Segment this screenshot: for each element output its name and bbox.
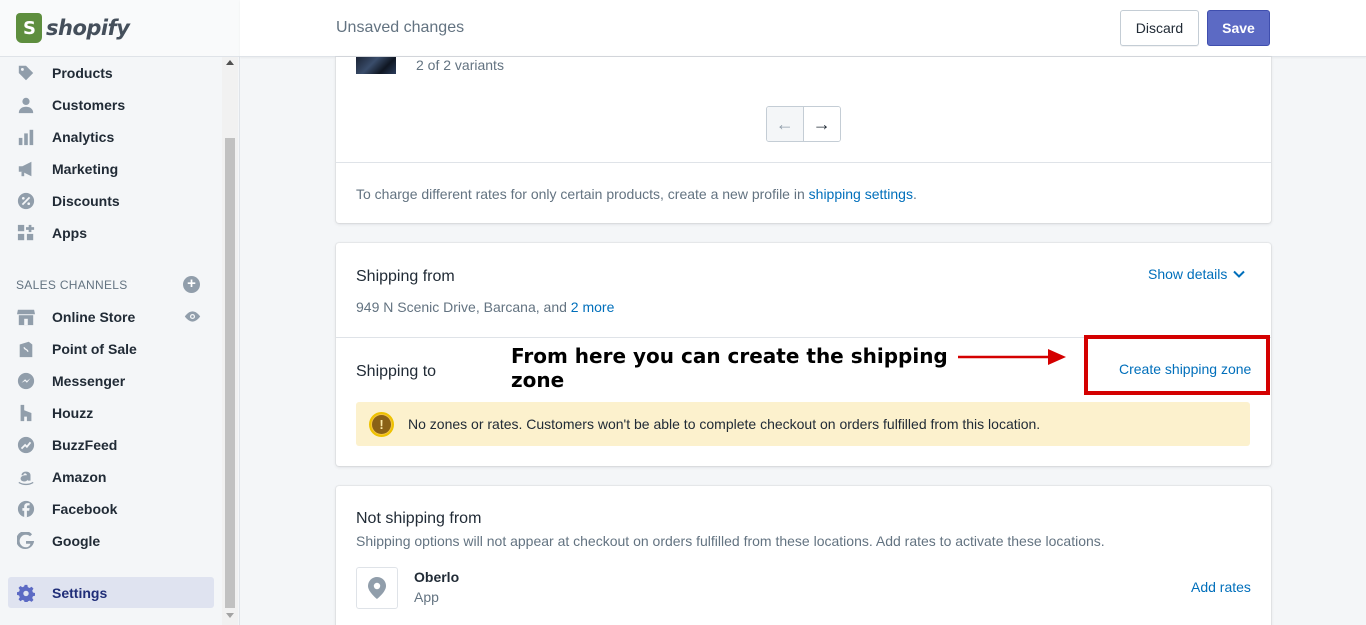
profile-note: To charge different rates for only certa… — [356, 186, 917, 202]
shipping-from-address: 949 N Scenic Drive, Barcana, and 2 more — [356, 299, 614, 315]
warning-glyph: ! — [372, 414, 391, 434]
sidebar-item-label: Customers — [52, 96, 126, 113]
arrow-left-icon: ← — [775, 113, 794, 134]
sales-channels-heading: SALES CHANNELS — [16, 278, 128, 292]
sidebar-item-products[interactable]: Products — [8, 57, 214, 88]
discount-badge-icon — [16, 191, 36, 211]
annotation-arrow-icon — [958, 349, 1066, 365]
sidebar-item-point-of-sale[interactable]: Point of Sale — [8, 333, 214, 364]
sidebar-item-label: Analytics — [52, 128, 115, 145]
location-name: Oberlo — [414, 569, 460, 585]
unsaved-changes-title: Unsaved changes — [336, 19, 465, 36]
sidebar-item-label: Houzz — [52, 404, 94, 421]
add-channel-icon[interactable]: + — [183, 276, 200, 293]
sidebar-item-amazon[interactable]: Amazon — [8, 461, 214, 492]
shipping-settings-link[interactable]: shipping settings — [809, 186, 913, 202]
next-page-button[interactable]: → — [803, 107, 840, 141]
discard-button[interactable]: Discard — [1120, 10, 1199, 46]
sidebar-item-google[interactable]: Google — [8, 525, 214, 556]
bar-chart-icon — [16, 127, 36, 147]
apps-grid-icon — [16, 223, 36, 243]
messenger-icon — [16, 371, 36, 391]
sidebar-item-buzzfeed[interactable]: BuzzFeed — [8, 429, 214, 460]
logo[interactable]: shopify — [0, 0, 240, 57]
profile-note-end: . — [912, 186, 917, 202]
pagination: ← → — [766, 106, 841, 142]
arrow-right-icon: → — [812, 113, 831, 134]
chevron-down-icon — [1233, 270, 1246, 278]
not-shipping-card: Not shipping from Shipping options will … — [336, 486, 1271, 625]
location-type: App — [414, 589, 439, 605]
megaphone-icon — [16, 159, 36, 179]
sidebar-item-label: Settings — [52, 584, 108, 601]
sidebar-item-label: Marketing — [52, 160, 119, 177]
divider — [336, 162, 1271, 163]
add-rates-link[interactable]: Add rates — [1191, 579, 1251, 595]
tag-icon — [16, 63, 36, 83]
google-icon — [16, 531, 36, 551]
eye-icon[interactable] — [184, 309, 201, 324]
buzzfeed-icon — [16, 435, 36, 455]
sidebar-item-label: Online Store — [52, 308, 136, 325]
previous-page-button[interactable]: ← — [767, 107, 804, 141]
variants-count: 2 of 2 variants — [416, 57, 504, 73]
products-card: 2 of 2 variants ← → To charge different … — [336, 57, 1271, 223]
sidebar-item-apps[interactable]: Apps — [8, 217, 214, 248]
sidebar-item-label: Messenger — [52, 372, 126, 389]
shopping-bag-icon — [16, 339, 36, 359]
logo-text: shopify — [46, 16, 130, 40]
person-icon — [16, 95, 36, 115]
sidebar-scrollbar-thumb[interactable] — [225, 138, 235, 608]
contextual-save-bar: Unsaved changes Discard Save — [240, 0, 1366, 57]
sidebar-item-settings[interactable]: Settings — [8, 577, 214, 608]
sidebar-item-label: BuzzFeed — [52, 436, 118, 453]
address-text: 949 N Scenic Drive, Barcana, and — [356, 299, 571, 315]
sidebar: shopify Products Customers Analytics Mar… — [0, 0, 240, 625]
sidebar-item-messenger[interactable]: Messenger — [8, 365, 214, 396]
show-details-label: Show details — [1148, 266, 1228, 282]
save-button[interactable]: Save — [1207, 10, 1270, 46]
shipping-from-title: Shipping from — [356, 268, 455, 285]
sidebar-item-label: Amazon — [52, 468, 107, 485]
sidebar-item-label: Discounts — [52, 192, 120, 209]
sidebar-item-label: Google — [52, 532, 101, 549]
sidebar-item-marketing[interactable]: Marketing — [8, 153, 214, 184]
profile-note-text: To charge different rates for only certa… — [356, 186, 809, 202]
more-locations-link[interactable]: 2 more — [571, 299, 615, 315]
facebook-icon — [16, 499, 36, 519]
warning-text: No zones or rates. Customers won't be ab… — [408, 416, 1041, 432]
scroll-down-arrow-icon[interactable] — [226, 613, 234, 618]
warning-icon: ! — [369, 411, 394, 437]
location-pin-icon — [356, 567, 398, 609]
sidebar-item-label: Products — [52, 64, 113, 81]
show-details-button[interactable]: Show details — [1148, 266, 1246, 282]
product-thumbnail — [356, 57, 396, 74]
annotation-callout: From here you can create the shipping zo… — [511, 344, 948, 392]
sidebar-item-houzz[interactable]: Houzz — [8, 397, 214, 428]
sidebar-item-label: Point of Sale — [52, 340, 137, 357]
sidebar-item-analytics[interactable]: Analytics — [8, 121, 214, 152]
sidebar-item-customers[interactable]: Customers — [8, 89, 214, 120]
gear-icon — [16, 583, 36, 603]
not-shipping-subtitle: Shipping options will not appear at chec… — [356, 533, 1105, 549]
shipping-to-title: Shipping to — [356, 363, 437, 380]
warning-banner: ! No zones or rates. Customers won't be … — [356, 402, 1250, 446]
shopify-bag-icon — [16, 13, 42, 43]
sidebar-item-facebook[interactable]: Facebook — [8, 493, 214, 524]
not-shipping-title: Not shipping from — [356, 510, 482, 527]
sidebar-item-discounts[interactable]: Discounts — [8, 185, 214, 216]
sidebar-item-label: Apps — [52, 224, 87, 241]
houzz-icon — [16, 403, 36, 423]
storefront-icon — [16, 307, 36, 327]
amazon-icon — [16, 467, 36, 487]
annotation-highlight-box — [1084, 335, 1270, 395]
sidebar-item-label: Facebook — [52, 500, 118, 517]
scroll-up-arrow-icon[interactable] — [226, 60, 234, 65]
